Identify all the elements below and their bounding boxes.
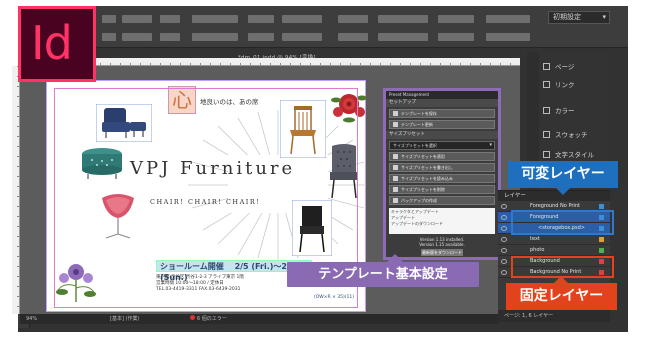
panel-title[interactable]: Preset Management: [386, 91, 498, 99]
control-row-bottom: [102, 33, 572, 43]
swatches-panel-tab[interactable]: スウォッチ: [543, 128, 609, 142]
preflight-profile[interactable]: [基本] (作業): [110, 314, 139, 324]
workspace-switcher[interactable]: 初期設定: [548, 11, 610, 24]
layer-color-chip: [599, 204, 604, 209]
address-line: TEL.03-4419-3311 FAX.03-6439-2031: [156, 287, 241, 292]
visibility-eye-icon[interactable]: [501, 259, 507, 264]
pages-panel-tab[interactable]: ページ: [543, 60, 609, 74]
rose-illustration[interactable]: [330, 88, 366, 124]
kokoro-graphic[interactable]: 心: [168, 86, 196, 114]
visibility-eye-icon[interactable]: [501, 237, 507, 242]
layers-panel-title[interactable]: レイヤー: [498, 191, 610, 201]
download-update-button[interactable]: 最新版をダウンロード: [421, 249, 463, 256]
fixed-layer-callout: 固定レイヤー: [506, 276, 617, 310]
template-settings-callout: テンプレート基本設定: [287, 254, 479, 287]
update-log: キャラクタとアップデート アップデート アップデートのダウンロード: [389, 208, 495, 234]
panel-header: セットアップ: [386, 99, 498, 107]
delete-preset-button[interactable]: サイズプリセットを削除: [389, 185, 495, 194]
apply-icon: [393, 154, 398, 159]
layer-row[interactable]: Foreground: [498, 212, 610, 223]
refresh-icon: [393, 122, 398, 127]
layer-color-chip: [599, 226, 604, 231]
armchair-photo[interactable]: [96, 104, 152, 142]
links-icon: [543, 81, 550, 88]
template-script-panel: Preset Management セットアップ テンプレートを保存 テンプレー…: [383, 88, 501, 260]
character-styles-icon: [543, 151, 550, 158]
color-panel-tab[interactable]: カラー: [543, 104, 609, 118]
export-icon: [393, 165, 398, 170]
vertical-ruler: [12, 66, 20, 314]
pages-icon: [543, 63, 550, 70]
layer-row[interactable]: photo: [498, 245, 610, 256]
preset-select[interactable]: サイズプリセットを選択: [389, 141, 495, 150]
layer-color-chip: [599, 270, 604, 275]
flyer-subheading[interactable]: CHAIR! CHAIR! CHAIR!: [150, 198, 260, 206]
version-available: Version 1.15 available.: [419, 242, 465, 247]
catch-copy[interactable]: 地良いのは、あの席: [200, 96, 259, 106]
layer-color-chip: [599, 248, 604, 253]
dark-chair-photo[interactable]: [292, 200, 332, 256]
import-icon: [393, 176, 398, 181]
variable-layer-callout: 可変レイヤー: [508, 161, 618, 195]
preset-section-label: サイズプリセット: [386, 131, 498, 139]
zoom-level[interactable]: 94%: [26, 314, 37, 324]
layer-color-chip: [599, 237, 604, 242]
price-note[interactable]: (OW×R × 35)(11): [314, 295, 354, 300]
control-panel: 初期設定: [18, 6, 628, 48]
tufted-chair-photo[interactable]: [326, 142, 362, 200]
log-line: アップデートのダウンロード: [391, 221, 443, 226]
layer-color-chip: [599, 259, 604, 264]
layers-footer: ページ: 1, 6 レイヤー: [498, 310, 610, 322]
layer-row[interactable]: <storagebox.psd>: [498, 223, 610, 234]
flyer-heading[interactable]: VPJ Furniture: [130, 158, 295, 179]
red-chair-photo[interactable]: [96, 190, 140, 240]
import-preset-button[interactable]: サイズプリセットを読み込み: [389, 174, 495, 183]
layer-row[interactable]: Background: [498, 256, 610, 267]
links-panel-tab[interactable]: リンク: [543, 78, 609, 92]
indesign-logo: Id: [18, 6, 96, 82]
visibility-eye-icon[interactable]: [501, 215, 507, 220]
ottoman-photo[interactable]: [78, 146, 126, 180]
update-template-button[interactable]: テンプレート更新: [389, 120, 495, 129]
visibility-eye-icon[interactable]: [501, 226, 507, 231]
visibility-eye-icon[interactable]: [501, 270, 507, 275]
swatches-icon: [543, 131, 550, 138]
export-preset-button[interactable]: サイズプリセットを書き出し: [389, 163, 495, 172]
preflight-errors[interactable]: 6 個のエラー: [190, 314, 227, 324]
layer-row[interactable]: Foreground No Print: [498, 201, 610, 212]
screenshot-stage: 初期設定 *dm_01.indd @ 94% [変換]: [0, 0, 646, 360]
layer-color-chip: [599, 215, 604, 220]
color-icon: [543, 107, 550, 114]
flower-illustration-left[interactable]: [50, 256, 102, 304]
layer-row[interactable]: text: [498, 234, 610, 245]
showroom-label: ショールーム開催: [160, 262, 224, 271]
wooden-chair-photo[interactable]: [280, 100, 326, 158]
status-bar: 94% [基本] (作業) 6 個のエラー: [20, 314, 498, 324]
character-styles-panel-tab[interactable]: 文字スタイル: [543, 148, 609, 162]
apply-preset-button[interactable]: サイズプリセットを適用: [389, 152, 495, 161]
backup-icon: [393, 198, 398, 203]
save-icon: [393, 111, 398, 116]
control-row-top: [102, 15, 572, 25]
error-dot-icon: [190, 315, 195, 320]
visibility-eye-icon[interactable]: [501, 248, 507, 253]
visibility-eye-icon[interactable]: [501, 204, 507, 209]
save-template-button[interactable]: テンプレートを保存: [389, 109, 495, 118]
trash-icon: [393, 187, 398, 192]
backup-button[interactable]: バックアップの作成: [389, 196, 495, 205]
